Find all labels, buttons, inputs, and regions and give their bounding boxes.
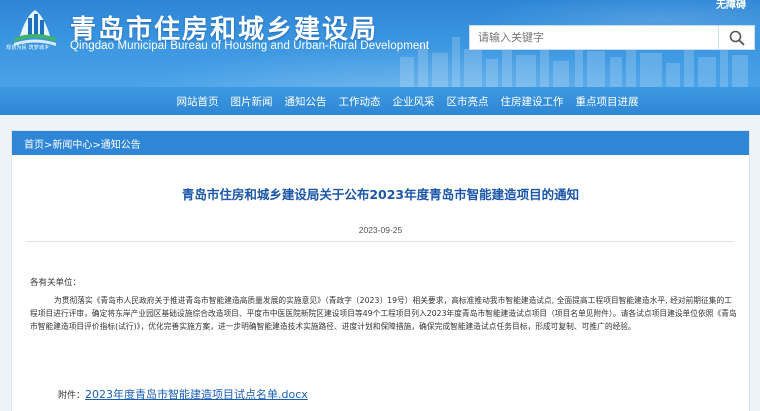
breadcrumb-separator: > — [92, 140, 101, 151]
attachment-label: 附件： — [58, 391, 86, 401]
search-input[interactable] — [469, 25, 719, 50]
nav-item-work-updates[interactable]: 工作动态 — [333, 94, 387, 109]
accessibility-link[interactable]: 无障碍 — [716, 0, 746, 11]
nav-item-home[interactable]: 网站首页 — [171, 94, 225, 109]
nav-item-notices[interactable]: 通知公告 — [279, 94, 333, 109]
content-panel: 首页>新闻中心>通知公告 青岛市住房和城乡建设局关于公布2023年度青岛市智能建… — [11, 130, 750, 411]
attachment-link[interactable]: 2023年度青岛市智能建造项目试点名单.docx — [85, 388, 308, 401]
main-nav: 网站首页 图片新闻 通知公告 工作动态 企业风采 区市亮点 住房建设工作 重点项… — [0, 87, 760, 115]
site-subtitle: Qingdao Municipal Bureau of Housing and … — [70, 40, 430, 52]
breadcrumb-news-center[interactable]: 新闻中心 — [52, 140, 92, 151]
article-salutation: 各有关单位： — [30, 278, 82, 288]
attachment-row: 附件：2023年度青岛市智能建造项目试点名单.docx — [58, 386, 308, 402]
article-title: 青岛市住房和城乡建设局关于公布2023年度青岛市智能建造项目的通知 — [181, 187, 580, 202]
article-body: 为贯彻落实《青岛市人民政府关于推进青岛市智能建造高质量发展的实施意见》（青政字〔… — [30, 296, 737, 332]
nav-item-district-highlights[interactable]: 区市亮点 — [441, 94, 495, 109]
logo-slogan: 规划为民 筑梦城乡 — [6, 45, 50, 51]
breadcrumb: 首页>新闻中心>通知公告 — [12, 131, 749, 155]
breadcrumb-home[interactable]: 首页 — [24, 140, 44, 151]
breadcrumb-notices[interactable]: 通知公告 — [101, 140, 141, 151]
article-date: 2023-09-25 — [358, 225, 403, 235]
site-header: 规划为民 筑梦城乡 青岛市住房和城乡建设局 Qingdao Municipal … — [0, 0, 760, 87]
nav-list: 网站首页 图片新闻 通知公告 工作动态 企业风采 区市亮点 住房建设工作 重点项… — [171, 94, 645, 109]
search-button[interactable] — [719, 25, 755, 50]
nav-item-photo-news[interactable]: 图片新闻 — [225, 94, 279, 109]
nav-item-key-projects[interactable]: 重点项目进展 — [570, 94, 645, 109]
nav-item-housing-work[interactable]: 住房建设工作 — [495, 94, 570, 109]
search-icon — [729, 30, 744, 45]
title-divider — [26, 241, 734, 242]
nav-item-enterprises[interactable]: 企业风采 — [387, 94, 441, 109]
